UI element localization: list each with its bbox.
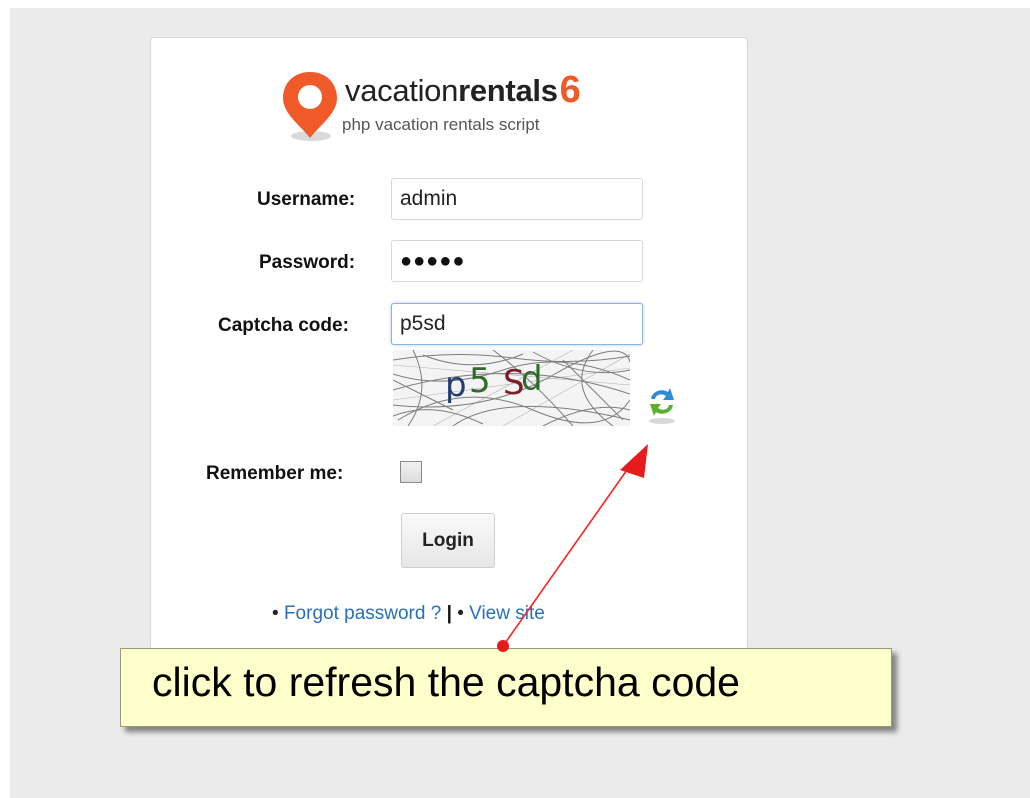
- callout-text: click to refresh the captcha code: [152, 659, 740, 705]
- captcha-char-4: d: [521, 359, 543, 399]
- username-input[interactable]: [391, 178, 643, 220]
- footer-links: • Forgot password ? | • View site: [272, 603, 545, 625]
- login-button[interactable]: Login: [401, 513, 495, 568]
- view-site-link[interactable]: View site: [469, 603, 545, 624]
- captcha-label: Captcha code:: [218, 315, 349, 336]
- captcha-char-1: p: [445, 365, 467, 405]
- captcha-image: p 5 S d: [393, 350, 630, 426]
- password-input[interactable]: [391, 240, 643, 282]
- refresh-icon[interactable]: [644, 383, 680, 425]
- site-logo: vacationrentals6 php vacation rentals sc…: [281, 70, 641, 145]
- captcha-input[interactable]: [391, 303, 643, 345]
- brand-regular: vacation: [345, 73, 459, 108]
- password-label: Password:: [259, 252, 356, 273]
- brand-tagline: php vacation rentals script: [342, 115, 540, 134]
- brand-bold: rentals: [458, 73, 558, 108]
- username-label: Username:: [257, 189, 356, 210]
- location-pin-icon: [283, 72, 337, 141]
- bullet: •: [272, 603, 279, 624]
- brand-number: 6: [559, 69, 581, 111]
- captcha-char-2: 5: [469, 361, 491, 401]
- bullet: •: [457, 603, 464, 624]
- remember-me-checkbox[interactable]: [400, 461, 422, 483]
- link-separator: |: [446, 603, 452, 624]
- forgot-password-link[interactable]: Forgot password ?: [284, 603, 441, 624]
- annotation-callout: click to refresh the captcha code: [120, 648, 892, 727]
- brand-name: vacationrentals6: [345, 69, 581, 111]
- remember-me-label: Remember me:: [206, 463, 344, 484]
